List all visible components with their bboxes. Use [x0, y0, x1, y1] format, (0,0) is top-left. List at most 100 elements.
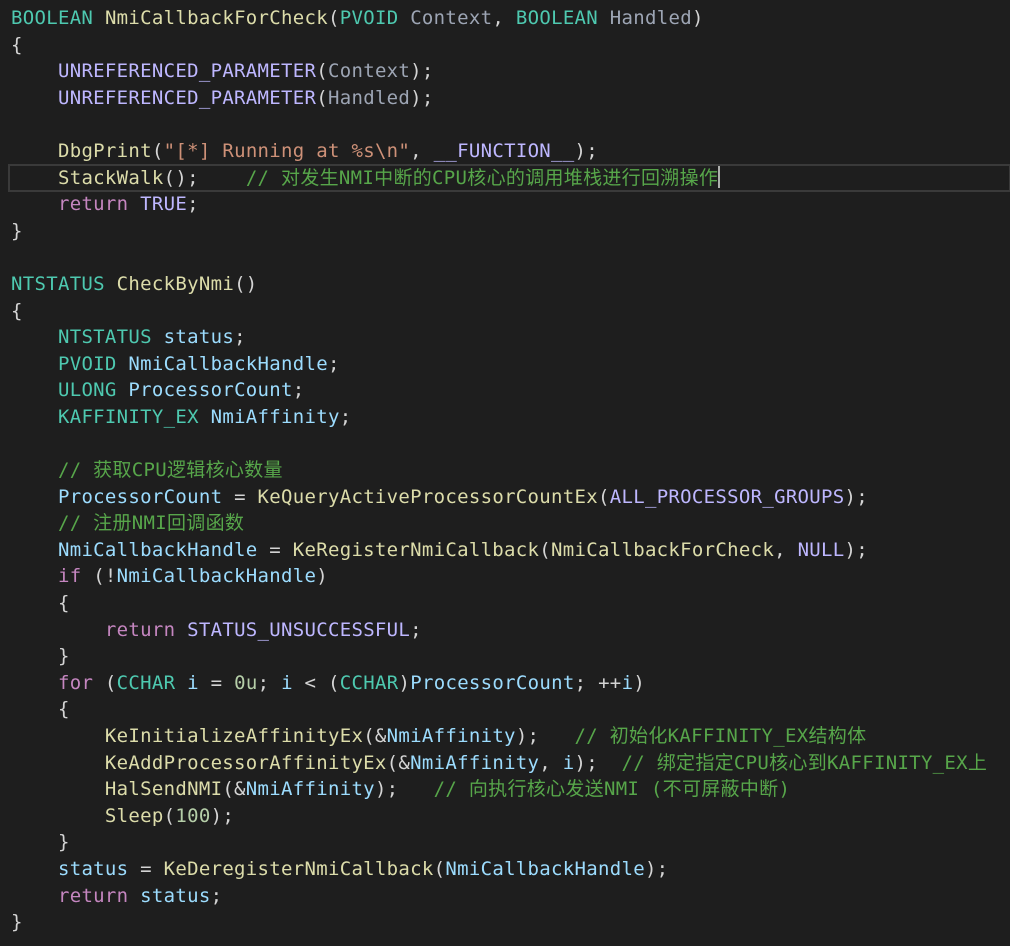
code-line[interactable]: }: [11, 909, 1010, 936]
code-token: ,: [774, 538, 798, 561]
code-comment: // 注册NMI回调函数: [57, 512, 245, 535]
code-token: ProcessorCount: [57, 485, 223, 508]
code-token: Context: [410, 7, 493, 29]
code-token: );: [410, 86, 434, 109]
code-token: }: [57, 831, 70, 854]
code-line[interactable]: NmiCallbackHandle = KeRegisterNmiCallbac…: [11, 537, 1010, 564]
code-line[interactable]: BOOLEAN NmiCallbackForCheck(PVOID Contex…: [11, 5, 1010, 32]
code-token: i: [187, 671, 199, 694]
code-line[interactable]: ProcessorCount = KeQueryActiveProcessorC…: [11, 484, 1010, 511]
code-line[interactable]: KeAddProcessorAffinityEx(&NmiAffinity, i…: [11, 750, 1010, 777]
code-token: Handled: [609, 7, 692, 29]
code-line[interactable]: KeInitializeAffinityEx(&NmiAffinity); //…: [11, 723, 1010, 750]
code-line[interactable]: {: [11, 696, 1010, 723]
code-line[interactable]: ULONG ProcessorCount;: [11, 377, 1010, 404]
code-token: ;: [339, 405, 352, 428]
code-line[interactable]: [11, 244, 1010, 271]
code-line[interactable]: KAFFINITY_EX NmiAffinity;: [11, 404, 1010, 431]
code-line[interactable]: PVOID NmiCallbackHandle;: [11, 351, 1010, 378]
code-token: BOOLEAN: [515, 7, 599, 29]
code-token: Context: [327, 60, 411, 83]
code-line[interactable]: return TRUE;: [11, 191, 1010, 218]
code-token: NTSTATUS: [11, 272, 105, 295]
code-line[interactable]: return status;: [11, 883, 1010, 910]
code-line[interactable]: {: [11, 590, 1010, 617]
code-line[interactable]: NTSTATUS CheckByNmi(): [11, 271, 1010, 298]
code-line[interactable]: }: [11, 218, 1010, 245]
code-line[interactable]: for (CCHAR i = 0u; i < (CCHAR)ProcessorC…: [11, 670, 1010, 697]
code-token: < (: [292, 671, 340, 694]
code-token: return: [57, 193, 129, 216]
code-token: "[*] Running at %s\n": [163, 139, 411, 162]
code-token: );: [844, 485, 868, 508]
code-token: STATUS_UNSUCCESSFUL: [187, 618, 411, 641]
code-token: KeRegisterNmiCallback: [292, 538, 540, 561]
code-token: CCHAR: [116, 671, 176, 694]
code-line[interactable]: Sleep(100);: [11, 803, 1010, 830]
code-line[interactable]: HalSendNMI(&NmiAffinity); // 向执行核心发送NMI …: [11, 776, 1010, 803]
code-token: (: [327, 7, 340, 29]
code-line[interactable]: {: [11, 32, 1010, 59]
code-token: KeQueryActiveProcessorCountEx: [257, 485, 598, 508]
code-line[interactable]: DbgPrint("[*] Running at %s\n", __FUNCTI…: [11, 138, 1010, 165]
code-token: ProcessorCount: [410, 671, 575, 694]
code-token: i: [621, 671, 634, 694]
code-line[interactable]: StackWalk(); // 对发生NMI中断的CPU核心的调用堆栈进行回溯操…: [8, 163, 1010, 193]
code-line[interactable]: // 注册NMI回调函数: [11, 510, 1010, 537]
code-token: NmiCallbackHandle: [116, 565, 317, 588]
code-token: NmiAffinity: [210, 405, 340, 428]
code-line[interactable]: // 获取CPU逻辑核心数量: [11, 457, 1010, 484]
code-line[interactable]: {: [11, 298, 1010, 325]
code-token: (: [433, 858, 446, 880]
code-token: (: [151, 139, 164, 162]
code-token: PVOID: [57, 352, 117, 375]
code-line[interactable]: UNREFERENCED_PARAMETER(Context);: [11, 58, 1010, 85]
code-token: ;: [257, 671, 282, 694]
code-line[interactable]: }: [11, 643, 1010, 670]
code-token: StackWalk: [57, 166, 164, 189]
code-line[interactable]: status = KeDeregisterNmiCallback(NmiCall…: [11, 856, 1010, 883]
code-line[interactable]: if (!NmiCallbackHandle): [11, 563, 1010, 590]
code-token: ;: [210, 884, 223, 907]
code-token: UNREFERENCED_PARAMETER: [57, 86, 317, 109]
code-token: (!: [81, 565, 117, 588]
code-line[interactable]: UNREFERENCED_PARAMETER(Handled);: [11, 85, 1010, 112]
code-line[interactable]: NTSTATUS status;: [11, 324, 1010, 351]
code-token: NmiAffinity: [410, 751, 540, 774]
code-token: ; ++: [574, 671, 622, 694]
code-token: ): [691, 7, 704, 29]
code-token: {: [57, 592, 70, 615]
code-token: =: [257, 538, 293, 561]
code-line[interactable]: [11, 431, 1010, 458]
code-token: CCHAR: [339, 671, 399, 694]
code-token: (: [597, 485, 610, 508]
code-line[interactable]: return STATUS_UNSUCCESSFUL;: [11, 617, 1010, 644]
code-comment: // 对发生NMI中断的CPU核心的调用堆栈进行回溯操作: [245, 166, 719, 189]
code-token: i: [562, 751, 575, 774]
code-token: return: [104, 618, 176, 641]
code-token: ): [633, 671, 646, 694]
code-line[interactable]: }: [11, 829, 1010, 856]
code-content[interactable]: BOOLEAN NmiCallbackForCheck(PVOID Contex…: [8, 5, 1010, 936]
code-token: NmiCallbackHandle: [128, 352, 328, 375]
code-editor[interactable]: BOOLEAN NmiCallbackForCheck(PVOID Contex…: [0, 0, 1010, 946]
code-token: if: [57, 565, 82, 588]
code-token: KAFFINITY_EX: [57, 405, 199, 428]
code-line[interactable]: [11, 111, 1010, 138]
code-token: for: [57, 671, 94, 694]
code-token: }: [11, 911, 23, 934]
code-token: ALL_PROCESSOR_GROUPS: [609, 485, 845, 508]
